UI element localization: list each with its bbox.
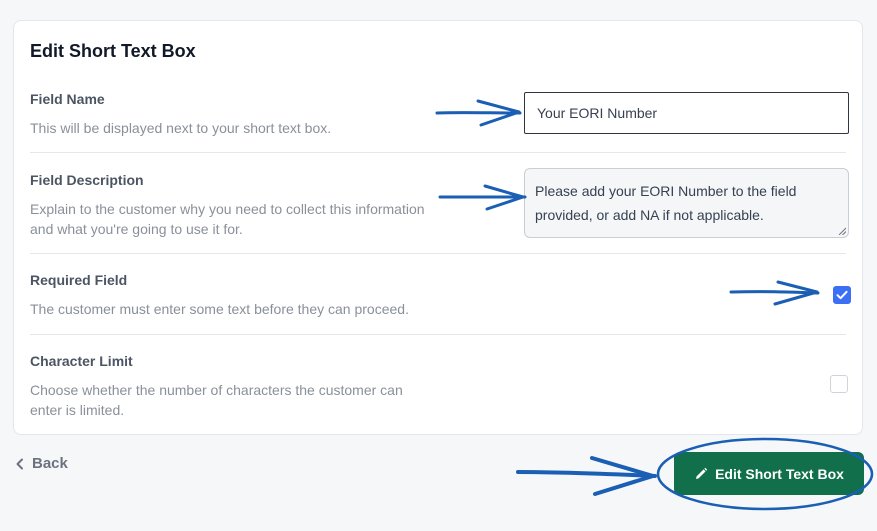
character-limit-help: Choose whether the number of characters … [30, 382, 403, 418]
character-limit-row: Character Limit Choose whether the numbe… [30, 353, 846, 423]
required-field-checkbox[interactable] [833, 286, 851, 304]
pencil-icon [696, 467, 708, 479]
character-limit-label: Character Limit [30, 353, 133, 369]
back-link[interactable]: Back [14, 455, 68, 472]
field-description-textarea[interactable]: Please add your EORI Number to the field… [524, 168, 849, 238]
annotation-arrow [516, 470, 657, 478]
required-field-help: The customer must enter some text before… [30, 301, 409, 317]
field-name-label: Field Name [30, 91, 105, 107]
edit-short-text-box-card: Edit Short Text Box Field Name This will… [13, 20, 863, 435]
card-title: Edit Short Text Box [30, 41, 196, 61]
field-name-input[interactable] [524, 92, 849, 134]
annotation-arrow-head [590, 456, 655, 496]
field-description-label: Field Description [30, 172, 144, 188]
chevron-left-icon [16, 458, 23, 469]
edit-short-text-box-button[interactable]: Edit Short Text Box [674, 452, 864, 495]
required-field-row: Required Field The customer must enter s… [30, 272, 846, 335]
required-field-label: Required Field [30, 272, 128, 288]
character-limit-checkbox[interactable] [830, 375, 848, 393]
resize-grip-icon[interactable] [838, 227, 846, 235]
edit-short-text-box-label: Edit Short Text Box [715, 465, 844, 482]
field-description-help: Explain to the customer why you need to … [30, 201, 425, 237]
field-description-text: Please add your EORI Number to the field… [535, 183, 797, 223]
back-label: Back [32, 455, 68, 472]
field-name-help: This will be displayed next to your shor… [30, 120, 332, 136]
check-icon [836, 290, 848, 300]
